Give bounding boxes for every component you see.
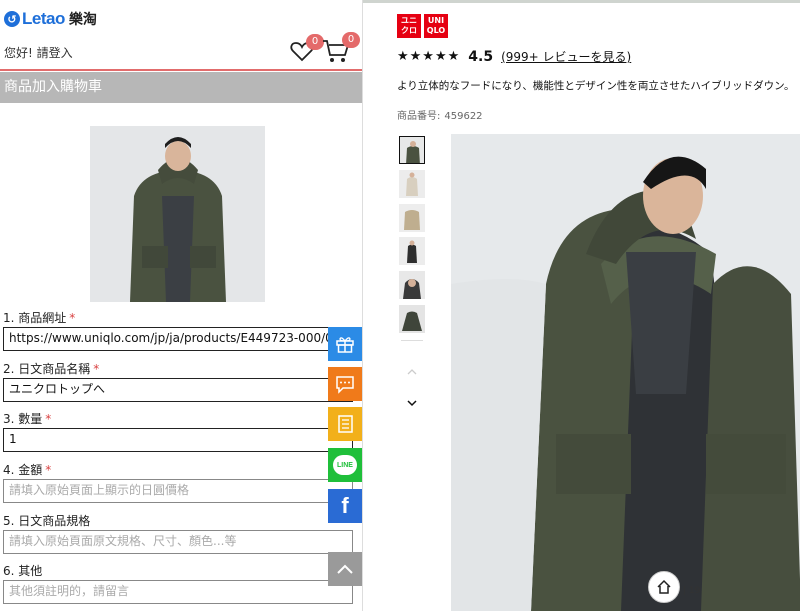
split-screen: ↺ Letao 樂淘 您好! 請登入 0 0 商品加入購物車 1. 商品網址 *… (0, 0, 800, 611)
thumbnail[interactable] (399, 136, 425, 164)
cart-button[interactable]: 0 (322, 32, 360, 64)
sku-value: 459622 (444, 111, 483, 122)
spec-label: 5. 日文商品規格 (3, 514, 91, 528)
qty-input[interactable]: 1 (3, 428, 353, 452)
sku-label: 商品番号: (397, 111, 441, 122)
logo-cn: 樂淘 (68, 12, 97, 28)
line-button[interactable]: LINE (328, 448, 362, 482)
price-input[interactable]: 請填入原始頁面上顯示的日圓價格 (3, 479, 353, 503)
jacket-model-photo (451, 134, 800, 611)
home-icon (657, 579, 671, 594)
spec-input[interactable]: 請填入原始頁面原文規格、尺寸、顏色...等 (3, 530, 353, 554)
product-main-image (451, 134, 800, 611)
wishlist-button[interactable]: 0 (290, 34, 324, 62)
rating-row: ★★★★★ 4.5 (999+ レビューを見る) (397, 48, 631, 65)
chevron-up-icon (337, 564, 353, 574)
star-rating-icon: ★★★★★ (397, 49, 461, 64)
letao-pane: ↺ Letao 樂淘 您好! 請登入 0 0 商品加入購物車 1. 商品網址 *… (0, 0, 362, 611)
required-mark: * (69, 311, 76, 325)
qty-label-text: 3. 數量 (3, 412, 43, 426)
facebook-button[interactable]: f (328, 489, 362, 523)
price-label: 4. 金額 * (3, 461, 51, 478)
logo-jp-bottom: クロ (401, 26, 417, 35)
gift-button[interactable] (328, 327, 362, 361)
qty-label: 3. 數量 * (3, 410, 51, 427)
thumb-image (399, 305, 425, 333)
logo-text: Letao (22, 9, 65, 28)
jp-name-label-text: 2. 日文商品名稱 (3, 362, 91, 376)
chat-button[interactable] (328, 367, 362, 401)
line-label: LINE (337, 461, 353, 469)
chevron-down-icon (407, 400, 417, 407)
uniqlo-logo-jp: ユニ クロ (397, 14, 421, 38)
required-mark: * (93, 362, 100, 376)
thumbnail-divider (401, 340, 423, 341)
price-label-text: 4. 金額 (3, 463, 43, 477)
thumb-scroll-down[interactable] (407, 392, 417, 411)
facebook-icon: f (341, 493, 349, 518)
jacket-photo (90, 126, 265, 302)
thumbnail[interactable] (399, 305, 425, 333)
other-label: 6. 其他 (3, 564, 43, 578)
logo-jp-top: ユニ (401, 16, 417, 25)
url-label-text: 1. 商品網址 (3, 311, 67, 325)
jp-name-label: 2. 日文商品名稱 * (3, 360, 99, 377)
thumbnail[interactable] (399, 204, 425, 232)
chevron-up-icon (407, 369, 417, 375)
uniqlo-pane: ユニ クロ UNI QLO ★★★★★ 4.5 (999+ レビューを見る) よ… (362, 0, 800, 611)
notebook-icon (338, 415, 353, 433)
uniqlo-logo[interactable]: ユニ クロ UNI QLO (397, 14, 448, 38)
thumbnail[interactable] (399, 170, 425, 198)
section-title: 商品加入購物車 (0, 72, 362, 103)
reviews-link[interactable]: (999+ レビューを見る) (501, 48, 631, 65)
product-description: より立体的なフードになり、機能性とデザイン性を両立させたハイブリッドダウン。 (397, 80, 795, 92)
image-page-indicator: | 19 (683, 586, 701, 596)
thumb-image (399, 271, 425, 299)
thumb-image (399, 204, 425, 232)
jp-name-input[interactable]: ユニクロトップへ (3, 378, 353, 402)
thumb-image (400, 137, 424, 163)
cart-badge: 0 (342, 32, 360, 48)
login-link[interactable]: 您好! 請登入 (4, 44, 73, 61)
required-mark: * (45, 463, 52, 477)
header-divider (0, 69, 362, 71)
required-mark: * (45, 412, 52, 426)
url-input[interactable]: https://www.uniqlo.com/jp/ja/products/E4… (3, 327, 353, 351)
line-icon: LINE (333, 455, 357, 475)
logo-en-top: UNI (427, 16, 445, 25)
other-input[interactable]: 其他須註明的，請留言 (3, 580, 353, 604)
gift-icon (336, 337, 354, 353)
thumbnail[interactable] (399, 271, 425, 299)
scroll-top-button[interactable] (328, 552, 362, 586)
rating-value: 4.5 (468, 48, 494, 65)
product-sku: 商品番号: 459622 (397, 107, 483, 122)
logo-en-bottom: QLO (426, 26, 446, 35)
thumb-scroll-up[interactable] (407, 360, 417, 379)
uniqlo-logo-en: UNI QLO (424, 14, 448, 38)
window-top-edge (363, 0, 800, 3)
product-thumbnail (90, 126, 265, 302)
home-button[interactable] (648, 571, 680, 603)
thumb-image (399, 170, 425, 198)
thumb-image (399, 237, 425, 265)
thumbnail[interactable] (399, 237, 425, 265)
chat-icon (336, 376, 354, 394)
letao-logo[interactable]: ↺ Letao 樂淘 (4, 8, 97, 30)
notebook-button[interactable] (328, 407, 362, 441)
letao-logo-icon: ↺ (4, 11, 20, 27)
url-label: 1. 商品網址 * (3, 309, 75, 326)
